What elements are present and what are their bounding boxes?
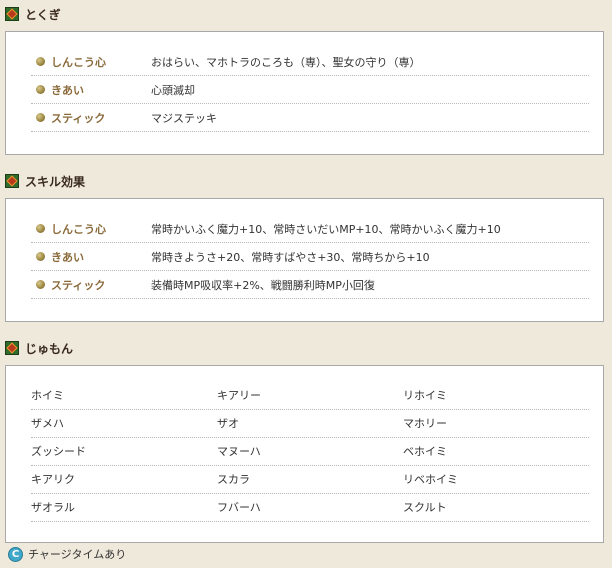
bullet-icon xyxy=(36,113,45,122)
spell-name: ベホイミ xyxy=(403,445,447,458)
tokugi-panel: しんこう心 おはらい、マホトラのころも（専）、聖女の守り（専） きあい 心頭滅却… xyxy=(5,31,604,155)
row-value: 心頭滅却 xyxy=(151,83,195,97)
spell-name: スカラ xyxy=(217,473,250,486)
table-row: スティック 装備時MP吸収率+2%、戦闘勝利時MP小回復 xyxy=(31,271,589,299)
spell-name: スクルト xyxy=(403,501,447,514)
row-key-label: スティック xyxy=(51,111,106,125)
table-row: キアリク スカラ リベホイミ xyxy=(31,466,589,494)
diamond-icon xyxy=(5,174,19,188)
row-value: マジステッキ xyxy=(151,111,217,125)
row-key: スティック xyxy=(31,110,151,126)
spell-name: マホリー xyxy=(403,417,447,430)
row-key-label: スティック xyxy=(51,278,106,292)
spell-name: ザオラル xyxy=(31,501,75,514)
table-row: ザメハ ザオ マホリー xyxy=(31,410,589,438)
row-key-label: しんこう心 xyxy=(51,222,106,236)
spell-name: キアリー xyxy=(217,389,261,402)
row-value: 常時かいふく魔力+10、常時さいだいMP+10、常時かいふく魔力+10 xyxy=(151,222,501,236)
row-key: きあい xyxy=(31,82,151,98)
spell-name: キアリク xyxy=(31,473,75,486)
row-key-label: きあい xyxy=(51,83,84,97)
diamond-icon xyxy=(5,7,19,21)
bullet-icon xyxy=(36,252,45,261)
charge-time-label: チャージタイムあり xyxy=(28,548,127,561)
charge-time-legend: C チャージタイムあり xyxy=(8,546,126,562)
table-row: しんこう心 おはらい、マホトラのころも（専）、聖女の守り（専） xyxy=(31,48,589,76)
spell-name: リホイミ xyxy=(403,389,447,402)
section-title-label: とくぎ xyxy=(25,7,61,22)
spell-name: ズッシード xyxy=(31,445,86,458)
section-title-label: じゅもん xyxy=(25,341,74,356)
table-row: ザオラル フバーハ スクルト xyxy=(31,494,589,522)
row-key: しんこう心 xyxy=(31,221,151,237)
table-row: きあい 心頭滅却 xyxy=(31,76,589,104)
section-title-jumon: じゅもん xyxy=(5,339,73,357)
bullet-icon xyxy=(36,85,45,94)
row-key: スティック xyxy=(31,277,151,293)
spell-name: リベホイミ xyxy=(403,473,458,486)
diamond-icon xyxy=(5,341,19,355)
spell-name: ザオ xyxy=(217,417,239,430)
spells-panel: ホイミ キアリー リホイミ ザメハ ザオ マホリー ズッシード マヌーハ ベホイ… xyxy=(5,365,604,543)
section-title-label: スキル効果 xyxy=(25,174,86,189)
table-row: きあい 常時きようさ+20、常時すばやさ+30、常時ちから+10 xyxy=(31,243,589,271)
row-value: 装備時MP吸収率+2%、戦闘勝利時MP小回復 xyxy=(151,278,375,292)
bullet-icon xyxy=(36,57,45,66)
row-value: 常時きようさ+20、常時すばやさ+30、常時ちから+10 xyxy=(151,250,430,264)
charge-time-icon: C xyxy=(8,546,23,562)
spell-name: フバーハ xyxy=(217,501,261,514)
section-title-skill-effect: スキル効果 xyxy=(5,172,85,190)
row-key-label: きあい xyxy=(51,250,84,264)
row-key: きあい xyxy=(31,249,151,265)
row-key: しんこう心 xyxy=(31,54,151,70)
row-value: おはらい、マホトラのころも（専）、聖女の守り（専） xyxy=(151,55,421,69)
spell-name: マヌーハ xyxy=(217,445,261,458)
spell-name: ザメハ xyxy=(31,417,64,430)
table-row: ホイミ キアリー リホイミ xyxy=(31,382,589,410)
bullet-icon xyxy=(36,280,45,289)
table-row: しんこう心 常時かいふく魔力+10、常時さいだいMP+10、常時かいふく魔力+1… xyxy=(31,215,589,243)
bullet-icon xyxy=(36,224,45,233)
table-row: ズッシード マヌーハ ベホイミ xyxy=(31,438,589,466)
skill-effect-panel: しんこう心 常時かいふく魔力+10、常時さいだいMP+10、常時かいふく魔力+1… xyxy=(5,198,604,322)
section-title-tokugi: とくぎ xyxy=(5,5,61,23)
spell-name: ホイミ xyxy=(31,389,64,402)
row-key-label: しんこう心 xyxy=(51,55,106,69)
table-row: スティック マジステッキ xyxy=(31,104,589,132)
